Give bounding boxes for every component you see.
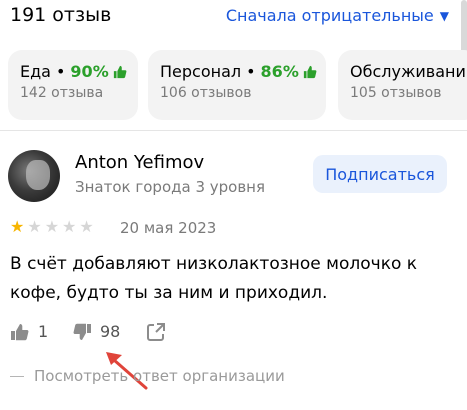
- thumbs-up-icon: [303, 65, 317, 78]
- org-reply-label: Посмотреть ответ организации: [34, 367, 285, 385]
- category-reviews: 106 отзывов: [160, 85, 252, 101]
- category-reviews: 105 отзывов: [350, 85, 442, 101]
- dash: [10, 375, 24, 377]
- star-icon: ★: [10, 217, 25, 236]
- thumbs-up-icon: [113, 65, 127, 78]
- view-org-reply-link[interactable]: Посмотреть ответ организации: [10, 367, 285, 385]
- dislike-count: 98: [100, 322, 121, 341]
- category-percent: 90%: [70, 62, 109, 81]
- review-text: В счёт добавляют низколактозное молочко …: [10, 254, 418, 303]
- avatar[interactable]: [8, 150, 60, 202]
- category-card-food[interactable]: Еда • 90% 142 отзыва: [8, 50, 138, 120]
- like-button[interactable]: 1: [10, 322, 48, 341]
- divider: [0, 130, 467, 131]
- star-icon: ★: [62, 217, 77, 236]
- category-name: Еда: [20, 62, 51, 81]
- category-card-staff[interactable]: Персонал • 86% 106 отзывов: [148, 50, 326, 120]
- category-reviews: 142 отзыва: [20, 85, 104, 101]
- category-card-service[interactable]: Обслуживани 105 отзывов: [338, 50, 467, 120]
- like-count: 1: [38, 322, 49, 341]
- dislike-button[interactable]: 98: [72, 322, 120, 341]
- share-icon: [147, 323, 165, 341]
- category-name: Обслуживани: [350, 62, 466, 81]
- star-icon: ★: [27, 217, 42, 236]
- share-button[interactable]: [146, 322, 166, 342]
- author-level: Знаток города 3 уровня: [75, 178, 266, 196]
- author-name[interactable]: Anton Yefimov: [75, 152, 204, 173]
- reviews-header: 191 отзыв Сначала отрицательные ▼: [0, 0, 467, 34]
- thumbs-down-icon: [73, 323, 91, 340]
- thumbs-up-icon: [11, 323, 29, 340]
- review-date: 20 мая 2023: [120, 219, 217, 237]
- sort-dropdown[interactable]: Сначала отрицательные ▼: [226, 6, 449, 25]
- subscribe-button[interactable]: Подписаться: [313, 155, 447, 193]
- sort-label: Сначала отрицательные: [225, 6, 434, 25]
- category-name: Персонал: [160, 62, 242, 81]
- rating-stars: ★ ★ ★ ★ ★: [10, 219, 94, 235]
- chevron-down-icon: ▼: [439, 8, 449, 23]
- star-icon: ★: [44, 217, 60, 236]
- star-icon: ★: [79, 217, 94, 236]
- category-ratings: Еда • 90% 142 отзыва Персонал • 86% 106 …: [8, 50, 467, 122]
- reviews-count: 191 отзыв: [10, 4, 112, 26]
- category-percent: 86%: [260, 62, 299, 81]
